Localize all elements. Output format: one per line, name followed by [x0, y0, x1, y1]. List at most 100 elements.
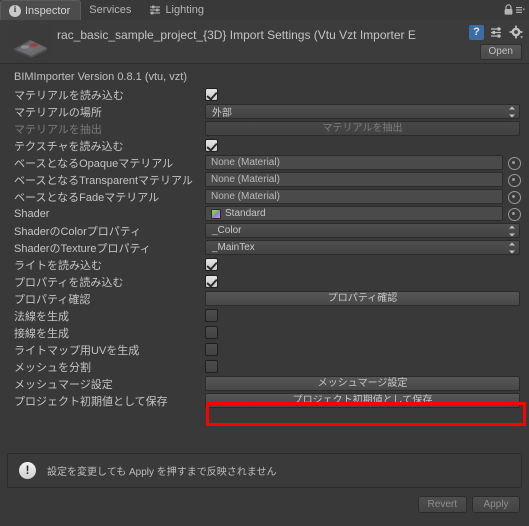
row-label: ベースとなるOpaqueマテリアル	[14, 157, 174, 170]
object-picker-icon[interactable]	[507, 190, 521, 204]
preset-icon[interactable]	[489, 25, 504, 40]
tab-bar-controls	[503, 3, 525, 21]
import-settings-body: BIMImporter Version 0.8.1 (vtu, vzt) マテリ…	[0, 64, 529, 451]
row-label: ベースとなるTransparentマテリアル	[14, 174, 193, 187]
material-location-value: 外部	[212, 108, 232, 119]
row-mesh-merge-settings: メッシュマージ設定 メッシュマージ設定	[0, 375, 529, 392]
chevron-updown-icon	[509, 225, 515, 236]
row-label: ShaderのTextureプロパティ	[14, 242, 151, 255]
row-base-opaque-material: ベースとなるOpaqueマテリアル None (Material)	[0, 154, 529, 171]
generate-lightmap-uv-checkbox[interactable]	[205, 343, 218, 356]
info-bar: 設定を変更しても Apply を押すまで反映されません	[7, 453, 522, 488]
row-shader-texture-property: ShaderのTextureプロパティ _MainTex	[0, 239, 529, 256]
page-title: rac_basic_sample_project_{3D} Import Set…	[57, 28, 416, 42]
version-label: BIMImporter Version 0.8.1 (vtu, vzt)	[14, 71, 188, 83]
row-label: Shader	[14, 207, 50, 220]
revert-button[interactable]: Revert	[417, 496, 467, 513]
row-shader: Shader Standard	[0, 205, 529, 222]
base-opaque-material-field[interactable]: None (Material)	[205, 155, 503, 170]
row-generate-lightmap-uv: ライトマップ用UVを生成	[0, 341, 529, 358]
row-label: 接線を生成	[14, 327, 69, 340]
row-label: マテリアルの場所	[14, 106, 102, 119]
object-picker-icon[interactable]	[507, 173, 521, 187]
generate-normals-checkbox[interactable]	[205, 309, 218, 322]
row-shader-color-property: ShaderのColorプロパティ _Color	[0, 222, 529, 239]
lock-icon[interactable]	[503, 3, 514, 21]
chevron-updown-icon	[509, 242, 515, 253]
shader-field[interactable]: Standard	[205, 206, 503, 221]
shader-color-property-dropdown[interactable]: _Color	[205, 223, 520, 238]
object-picker-icon[interactable]	[507, 207, 521, 221]
tab-services[interactable]: Services	[81, 0, 141, 20]
lighting-icon	[149, 4, 161, 16]
row-label: メッシュマージ設定	[14, 378, 113, 391]
tab-lighting[interactable]: Lighting	[141, 0, 214, 20]
row-label: ライトを読み込む	[14, 259, 102, 272]
row-import-materials: マテリアルを読み込む	[0, 86, 529, 103]
row-label: プロパティを読み込む	[14, 276, 124, 289]
tab-inspector[interactable]: Inspector	[0, 0, 82, 20]
row-label: 法線を生成	[14, 310, 69, 323]
row-label: ShaderのColorプロパティ	[14, 225, 142, 238]
info-icon	[9, 4, 21, 17]
info-message: 設定を変更しても Apply を押すまで反映されません	[47, 467, 277, 478]
row-material-location: マテリアルの場所 外部	[0, 103, 529, 120]
import-materials-checkbox[interactable]	[205, 88, 218, 101]
open-button[interactable]: Open	[479, 44, 522, 60]
save-as-project-default-button[interactable]: プロジェクト初期値として保存	[205, 393, 520, 408]
row-label: テクスチャを読み込む	[14, 140, 124, 153]
base-transparent-material-field[interactable]: None (Material)	[205, 172, 503, 187]
row-generate-normals: 法線を生成	[0, 307, 529, 324]
tab-menu-icon[interactable]	[516, 3, 525, 21]
chevron-updown-icon	[509, 106, 515, 117]
row-label: ベースとなるFadeマテリアル	[14, 191, 160, 204]
tab-lighting-label: Lighting	[165, 4, 204, 16]
import-lights-checkbox[interactable]	[205, 258, 218, 271]
field-value: None (Material)	[211, 174, 280, 185]
field-value: None (Material)	[211, 191, 280, 202]
mesh-merge-settings-button[interactable]: メッシュマージ設定	[205, 376, 520, 391]
row-base-fade-material: ベースとなるFadeマテリアル None (Material)	[0, 188, 529, 205]
base-fade-material-field[interactable]: None (Material)	[205, 189, 503, 204]
row-save-as-project-default: プロジェクト初期値として保存 プロジェクト初期値として保存	[0, 392, 529, 409]
row-label: メッシュを分割	[14, 361, 91, 374]
row-check-properties: プロパティ確認 プロパティ確認	[0, 290, 529, 307]
tab-services-label: Services	[89, 4, 132, 16]
object-picker-icon[interactable]	[507, 156, 521, 170]
row-base-transparent-material: ベースとなるTransparentマテリアル None (Material)	[0, 171, 529, 188]
field-value: None (Material)	[211, 157, 280, 168]
asset-thumbnail	[9, 25, 51, 61]
help-icon[interactable]	[469, 25, 484, 40]
header-icon-group	[469, 25, 524, 40]
material-location-dropdown[interactable]: 外部	[205, 104, 520, 119]
split-mesh-checkbox[interactable]	[205, 360, 218, 373]
shader-icon	[211, 208, 221, 219]
generate-tangents-checkbox[interactable]	[205, 326, 218, 339]
inspector-window: Inspector Services Lighting	[0, 0, 529, 526]
shader-texture-property-dropdown[interactable]: _MainTex	[205, 240, 520, 255]
extract-materials-button: マテリアルを抽出	[205, 121, 520, 136]
import-textures-checkbox[interactable]	[205, 139, 218, 152]
footer-actions: Revert Apply	[0, 492, 529, 526]
asset-header: rac_basic_sample_project_{3D} Import Set…	[0, 20, 529, 64]
tab-inspector-label: Inspector	[25, 4, 71, 17]
gear-icon[interactable]	[509, 25, 524, 40]
dropdown-value: _MainTex	[212, 242, 255, 253]
row-generate-tangents: 接線を生成	[0, 324, 529, 341]
row-split-mesh: メッシュを分割	[0, 358, 529, 375]
apply-button[interactable]: Apply	[472, 496, 520, 513]
row-import-textures: テクスチャを読み込む	[0, 137, 529, 154]
row-label: プロパティ確認	[14, 293, 91, 306]
dropdown-value: _Color	[212, 225, 242, 236]
import-properties-checkbox[interactable]	[205, 275, 218, 288]
row-label: ライトマップ用UVを生成	[14, 344, 140, 357]
row-import-properties: プロパティを読み込む	[0, 273, 529, 290]
field-value: Standard	[225, 208, 266, 219]
warning-icon	[19, 462, 36, 479]
row-label: マテリアルを読み込む	[14, 89, 124, 102]
row-import-lights: ライトを読み込む	[0, 256, 529, 273]
check-properties-button[interactable]: プロパティ確認	[205, 291, 520, 306]
row-label: マテリアルを抽出	[14, 123, 102, 136]
row-label: プロジェクト初期値として保存	[14, 395, 168, 408]
row-extract-materials: マテリアルを抽出 マテリアルを抽出	[0, 120, 529, 137]
